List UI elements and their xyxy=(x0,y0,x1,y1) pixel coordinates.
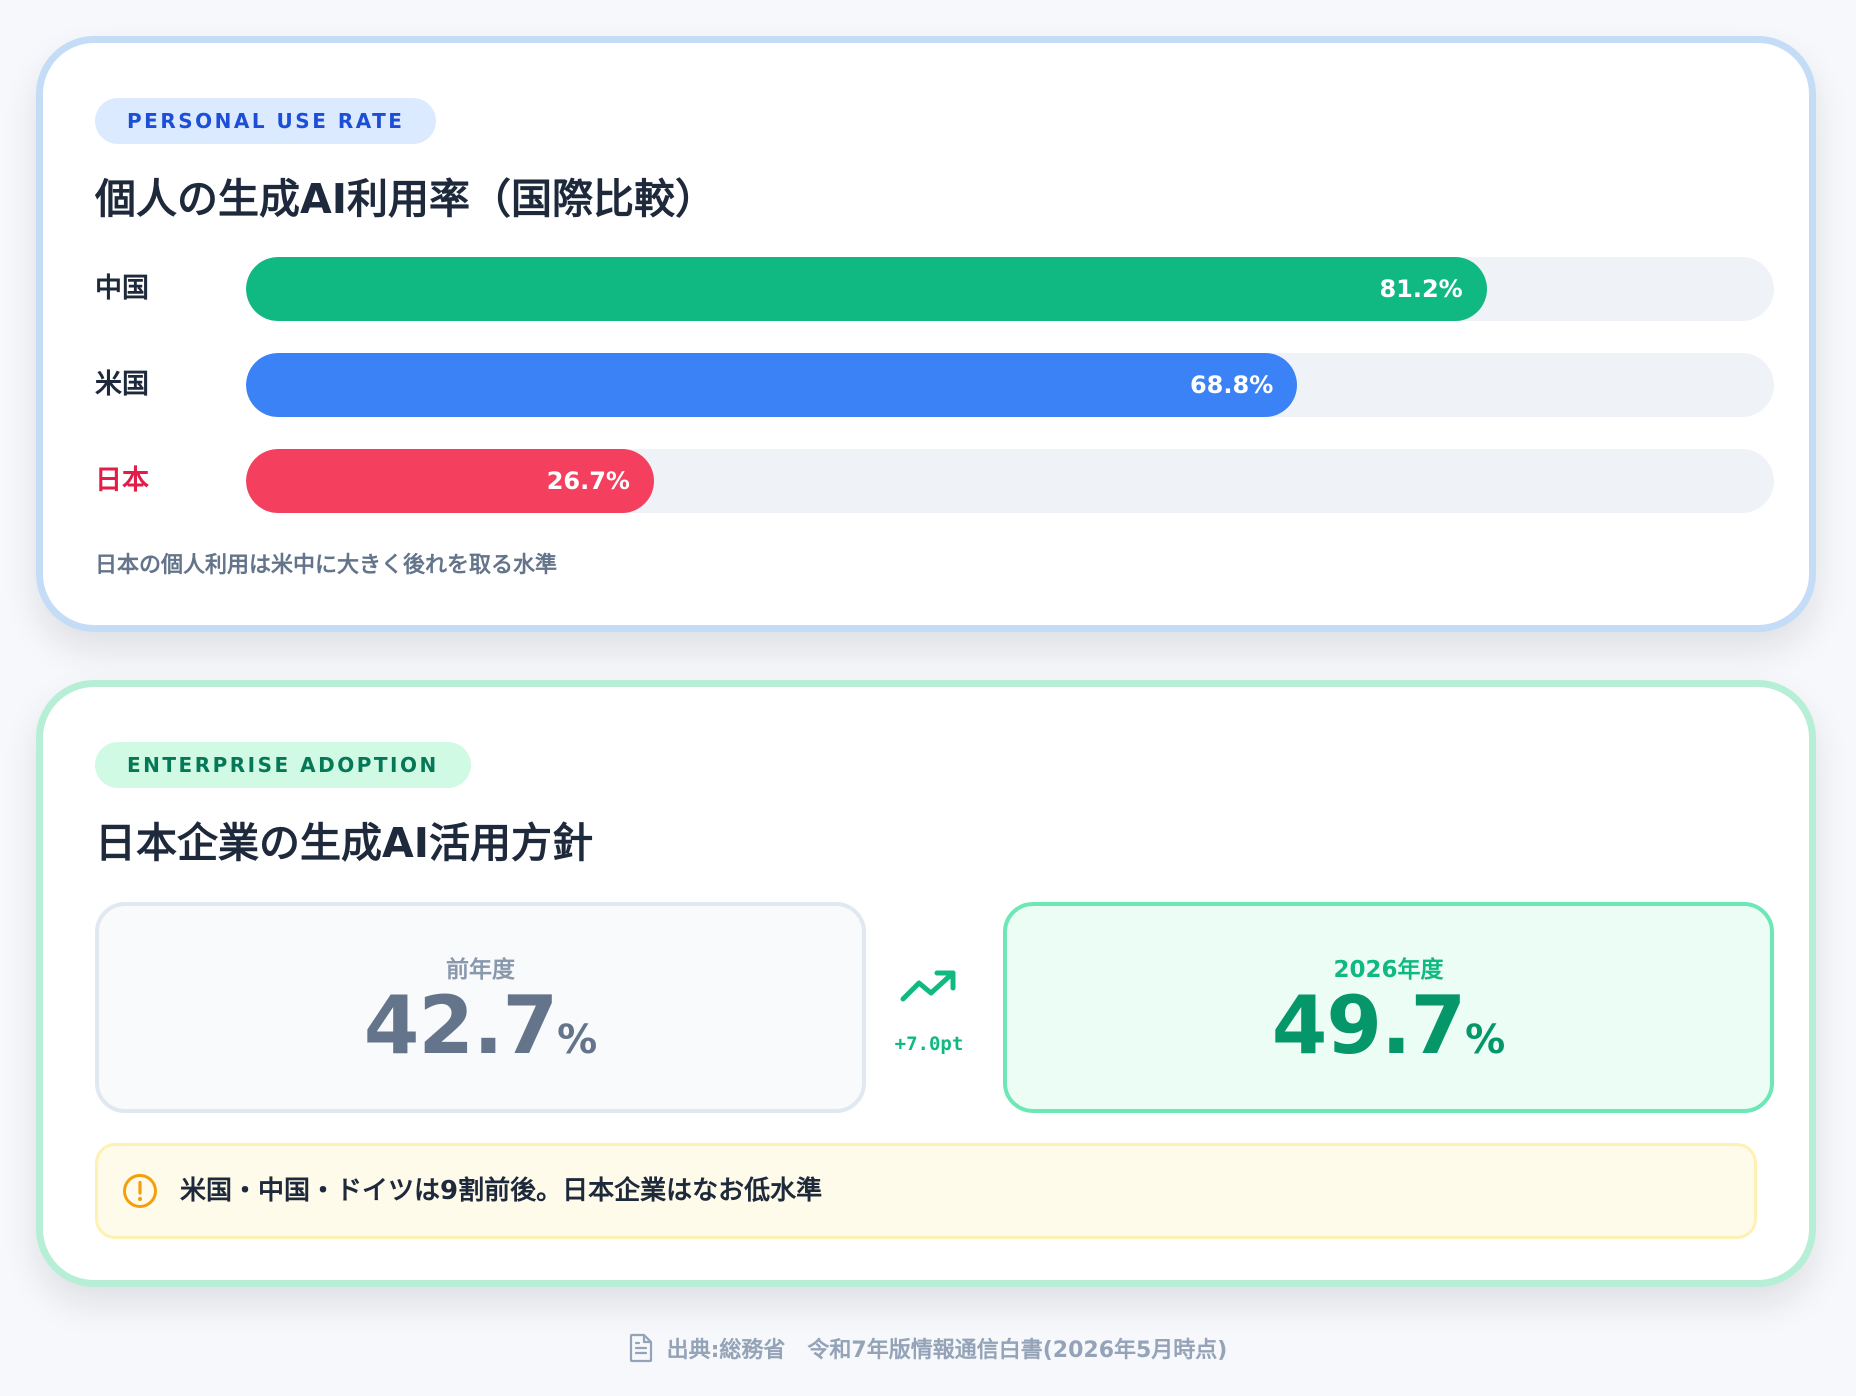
previous-year-value: 42.7% xyxy=(99,986,862,1066)
bar-track: 81.2% xyxy=(246,257,1774,321)
personal-use-badge: PERSONAL USE RATE xyxy=(95,98,437,144)
previous-year-number: 42.7 xyxy=(363,979,558,1072)
source-text: 出典:総務省 令和7年版情報通信白書(2026年5月時点) xyxy=(666,1338,1228,1363)
enterprise-adoption-card: ENTERPRISE ADOPTION 日本企業の生成AI活用方針 前年度 42… xyxy=(36,680,1816,1287)
trending-up-icon xyxy=(900,970,956,1002)
current-year-stat: 2026年度 49.7% xyxy=(1003,902,1774,1113)
bar: 68.8% xyxy=(246,353,1298,417)
personal-use-note: 日本の個人利用は米中に大きく後れを取る水準 xyxy=(95,553,558,578)
previous-year-unit: % xyxy=(557,1017,598,1063)
enterprise-adoption-title: 日本企業の生成AI活用方針 xyxy=(95,819,593,867)
previous-year-stat: 前年度 42.7% xyxy=(95,902,866,1113)
bar-category-label: 日本 xyxy=(95,465,149,496)
enterprise-adoption-badge: ENTERPRISE ADOPTION xyxy=(95,742,471,788)
current-year-unit: % xyxy=(1465,1017,1506,1063)
current-year-value: 49.7% xyxy=(1007,986,1770,1066)
bar-category-label: 中国 xyxy=(95,273,149,304)
source-footer: 出典:総務省 令和7年版情報通信白書(2026年5月時点) xyxy=(0,1332,1856,1366)
bar-value-label: 81.2% xyxy=(1379,275,1463,303)
bar-category-label: 米国 xyxy=(95,369,149,400)
bar-row: 日本 26.7% xyxy=(95,449,1774,513)
change-delta: +7.0pt xyxy=(894,1033,964,1055)
bar-value-label: 68.8% xyxy=(1189,371,1274,399)
bar-track: 68.8% xyxy=(246,353,1774,417)
alert-circle-icon xyxy=(123,1174,157,1208)
bar-row: 中国 81.2% xyxy=(95,257,1774,321)
document-icon xyxy=(629,1333,652,1363)
bar: 26.7% xyxy=(246,449,654,513)
personal-use-title: 個人の生成AI利用率（国際比較） xyxy=(95,175,716,223)
current-year-number: 49.7 xyxy=(1271,979,1466,1072)
bar-value-label: 26.7% xyxy=(546,467,630,495)
warning-notice-text: 米国・中国・ドイツは9割前後。日本企業はなお低水準 xyxy=(180,1176,823,1206)
bar: 81.2% xyxy=(246,257,1487,321)
bar-row: 米国 68.8% xyxy=(95,353,1774,417)
warning-notice: 米国・中国・ドイツは9割前後。日本企業はなお低水準 xyxy=(95,1143,1757,1239)
bar-track: 26.7% xyxy=(246,449,1774,513)
personal-use-card: PERSONAL USE RATE 個人の生成AI利用率（国際比較） 中国 81.… xyxy=(36,36,1816,632)
